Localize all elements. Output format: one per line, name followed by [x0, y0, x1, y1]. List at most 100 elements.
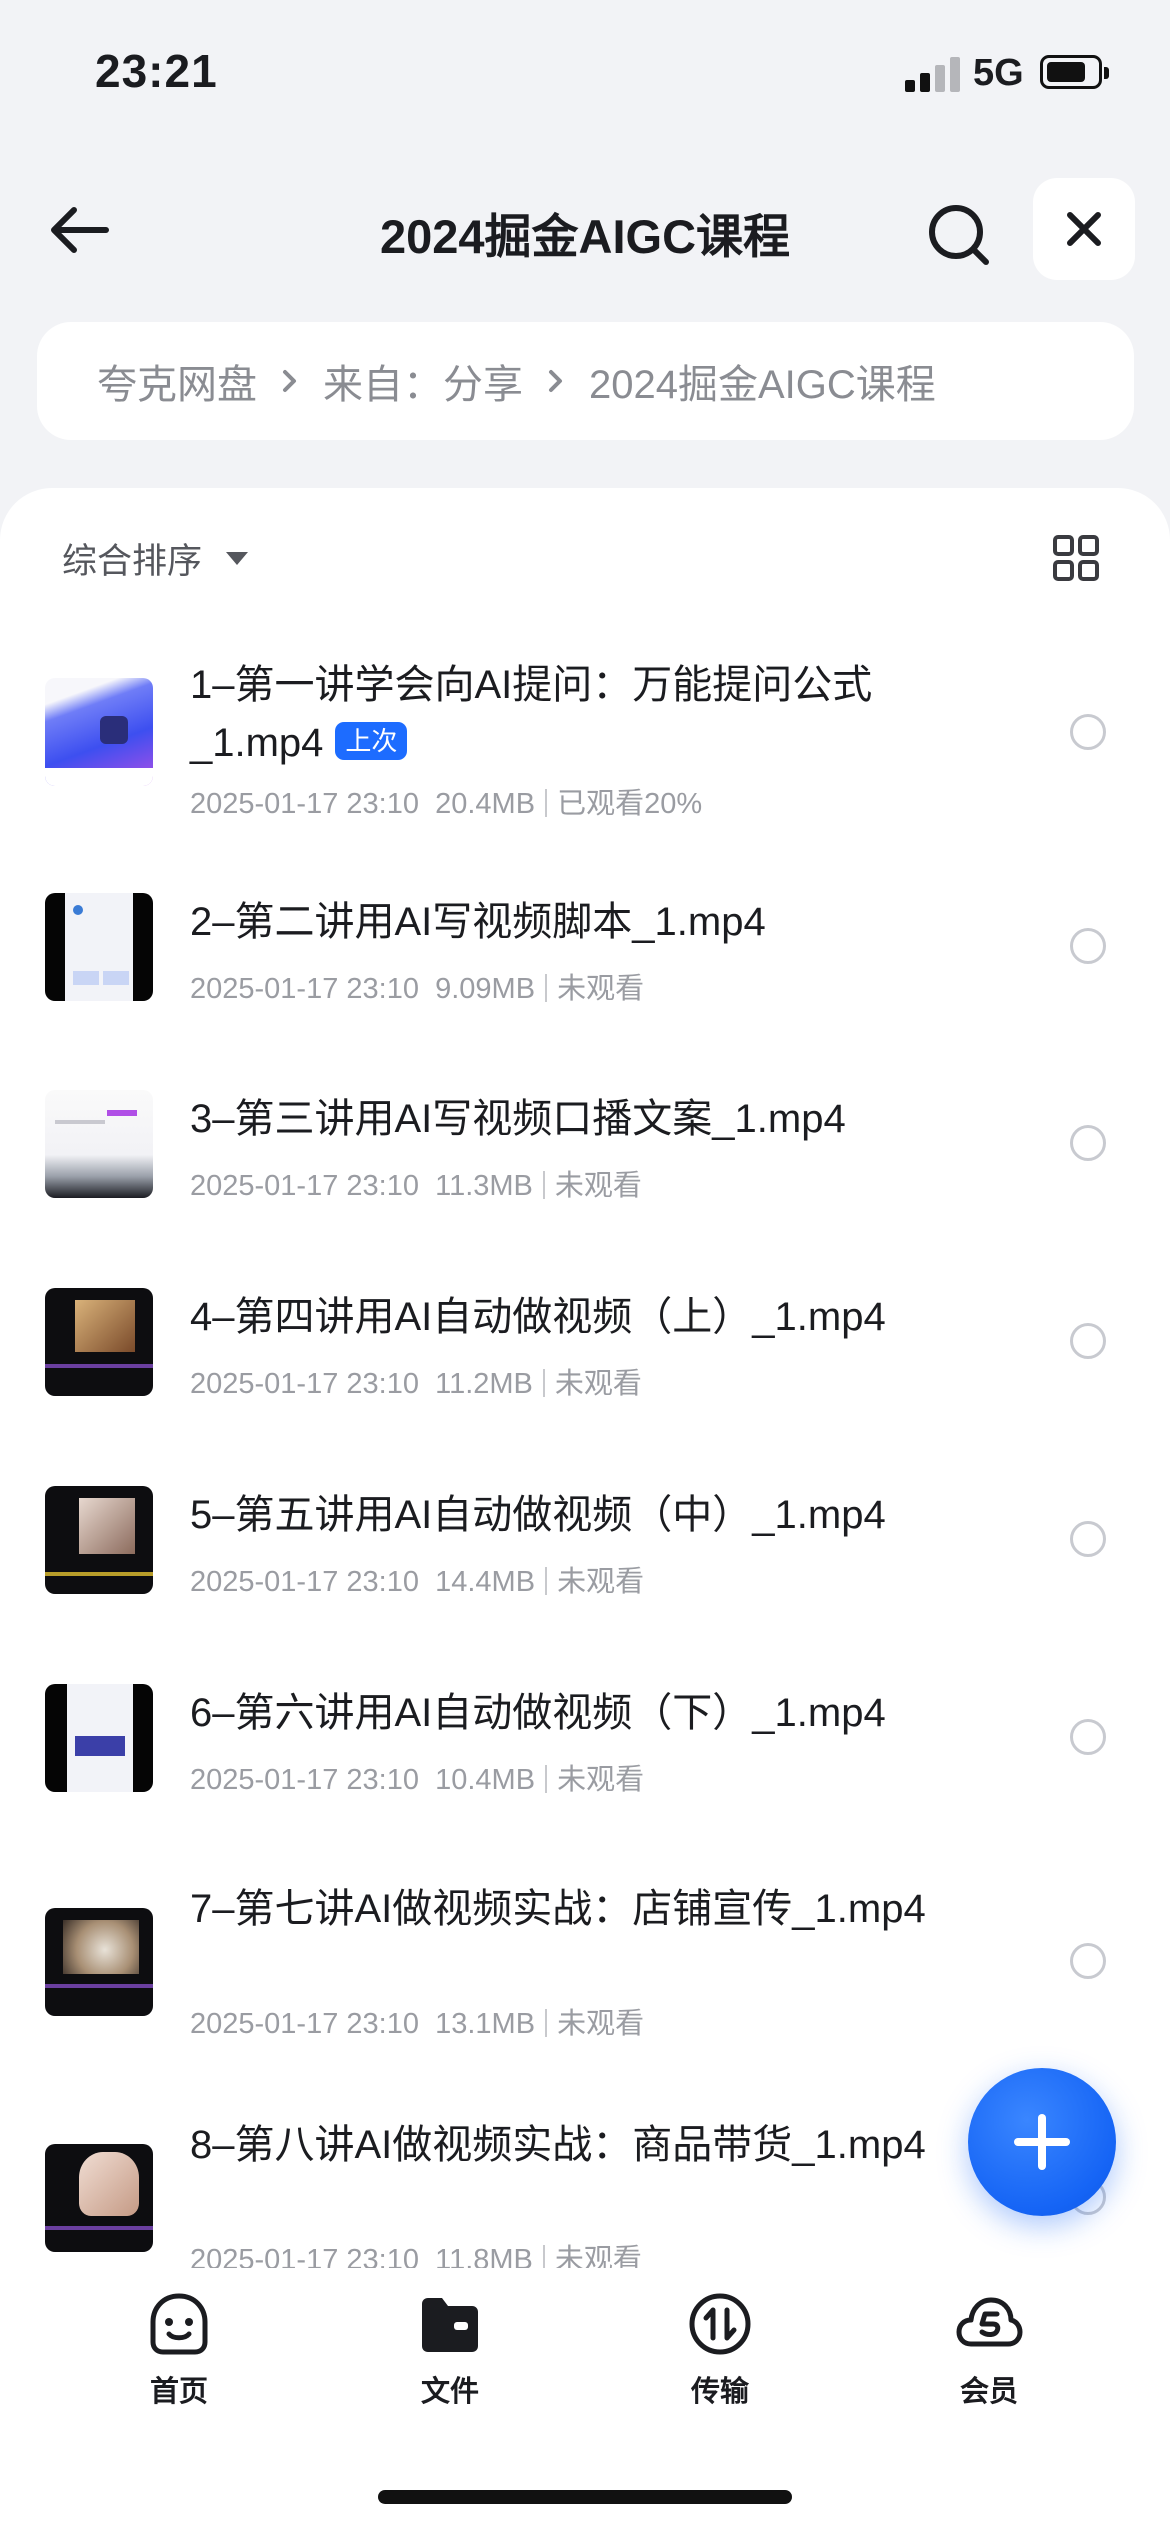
select-radio[interactable]	[1070, 714, 1106, 750]
sort-dropdown[interactable]: 综合排序	[62, 533, 249, 584]
file-size: 11.8MB	[435, 2244, 533, 2268]
tab-home[interactable]: 首页	[99, 2288, 259, 2418]
video-thumbnail	[45, 1486, 153, 1594]
watch-status: 未观看	[557, 1566, 645, 1598]
file-list-panel: 综合排序 1–第一讲学会向AI提问：万能提问公式_1.mp4 上次 2025-01…	[0, 488, 1170, 2268]
file-size: 14.4MB	[435, 1566, 536, 1598]
cloud-member-icon	[956, 2297, 1023, 2347]
file-row[interactable]: 7–第七讲AI做视频实战：店铺宣传_1.mp4 2025-01-17 23:10…	[0, 1886, 1170, 2076]
search-button[interactable]	[920, 195, 1000, 275]
tab-transfer[interactable]: 传输	[640, 2288, 800, 2418]
tab-label: 首页	[149, 2376, 208, 2408]
watch-status: 未观看	[554, 1170, 642, 1202]
file-row[interactable]: 2–第二讲用AI写视频脚本_1.mp4 2025-01-17 23:10 9.0…	[0, 893, 1170, 1043]
file-name: 2–第二讲用AI写视频脚本_1.mp4	[190, 900, 766, 944]
breadcrumb: 夸克网盘 来自：分享 2024掘金AIGC课程	[37, 322, 1134, 440]
tab-label: 传输	[690, 2376, 749, 2408]
caret-down-icon	[226, 552, 249, 565]
watch-status: 未观看	[557, 2008, 645, 2040]
transfer-icon	[689, 2293, 751, 2355]
tab-label: 会员	[959, 2376, 1018, 2408]
tab-label: 文件	[420, 2376, 479, 2408]
file-size: 10.4MB	[435, 1764, 536, 1796]
smile-face-icon	[150, 2293, 208, 2355]
file-meta: 2025-01-17 23:10 11.8MB 未观看	[190, 2236, 642, 2268]
file-name: 3–第三讲用AI写视频口播文案_1.mp4	[190, 1097, 846, 1141]
file-name: 8–第八讲AI做视频实战：商品带货_1.mp4	[190, 2123, 926, 2167]
file-date: 2025-01-17 23:10	[190, 1170, 419, 1202]
grid-view-button[interactable]	[1053, 535, 1099, 581]
file-date: 2025-01-17 23:10	[190, 1566, 419, 1598]
file-row[interactable]: 4–第四讲用AI自动做视频（上）_1.mp4 2025-01-17 23:10 …	[0, 1288, 1170, 1438]
home-indicator	[378, 2490, 792, 2504]
status-bar: 23:21 5G	[0, 0, 1170, 140]
file-row[interactable]: 6–第六讲用AI自动做视频（下）_1.mp4 2025-01-17 23:10 …	[0, 1684, 1170, 1834]
file-meta: 2025-01-17 23:10 13.1MB 未观看	[190, 2000, 644, 2042]
video-thumbnail	[45, 1684, 153, 1792]
breadcrumb-item-current: 2024掘金AIGC课程	[589, 363, 936, 407]
back-button[interactable]	[40, 190, 120, 270]
status-time: 23:21	[95, 45, 218, 97]
file-size: 20.4MB	[435, 788, 536, 820]
chevron-right-icon	[283, 370, 296, 392]
file-meta: 2025-01-17 23:10 20.4MB 已观看20%	[190, 780, 702, 822]
close-button[interactable]	[1033, 178, 1135, 280]
watch-status: 未观看	[557, 1764, 645, 1796]
watch-status: 未观看	[554, 1368, 642, 1400]
file-date: 2025-01-17 23:10	[190, 973, 419, 1005]
watch-status: 已观看20%	[557, 788, 703, 820]
file-date: 2025-01-17 23:10	[190, 788, 419, 820]
last-played-badge: 上次	[335, 722, 408, 760]
file-meta: 2025-01-17 23:10 10.4MB 未观看	[190, 1756, 644, 1798]
chevron-right-icon	[549, 370, 562, 392]
sort-label: 综合排序	[62, 542, 203, 581]
file-row[interactable]: 1–第一讲学会向AI提问：万能提问公式_1.mp4 上次 2025-01-17 2…	[0, 658, 1170, 828]
close-icon	[1067, 212, 1101, 246]
file-size: 9.09MB	[435, 973, 536, 1005]
file-size: 11.3MB	[435, 1170, 533, 1202]
select-radio[interactable]	[1070, 1719, 1106, 1755]
file-name: 1–第一讲学会向AI提问：万能提问公式_1.mp4 上次	[190, 663, 873, 765]
select-radio[interactable]	[1070, 928, 1106, 964]
video-thumbnail	[45, 1090, 153, 1198]
select-radio[interactable]	[1070, 1943, 1106, 1979]
breadcrumb-item-share[interactable]: 来自：分享	[323, 352, 523, 410]
file-size: 13.1MB	[435, 2008, 536, 2040]
watch-status: 未观看	[554, 2244, 642, 2268]
signal-icon	[905, 56, 961, 92]
file-size: 11.2MB	[435, 1368, 533, 1400]
select-radio[interactable]	[1070, 1125, 1106, 1161]
file-date: 2025-01-17 23:10	[190, 1368, 419, 1400]
tab-files[interactable]: 文件	[370, 2288, 530, 2418]
file-meta: 2025-01-17 23:10 11.2MB 未观看	[190, 1360, 642, 1402]
breadcrumb-item-root[interactable]: 夸克网盘	[97, 352, 257, 410]
grid-icon	[1053, 535, 1099, 581]
select-radio[interactable]	[1070, 1521, 1106, 1557]
watch-status: 未观看	[557, 973, 645, 1005]
file-name: 7–第七讲AI做视频实战：店铺宣传_1.mp4	[190, 1887, 926, 1931]
file-meta: 2025-01-17 23:10 11.3MB 未观看	[190, 1162, 642, 1204]
file-meta: 2025-01-17 23:10 9.09MB 未观看	[190, 965, 644, 1007]
file-date: 2025-01-17 23:10	[190, 2008, 419, 2040]
video-thumbnail	[45, 1288, 153, 1396]
select-radio[interactable]	[1070, 1323, 1106, 1359]
battery-icon	[1040, 55, 1109, 89]
file-name: 4–第四讲用AI自动做视频（上）_1.mp4	[190, 1295, 886, 1339]
file-row[interactable]: 5–第五讲用AI自动做视频（中）_1.mp4 2025-01-17 23:10 …	[0, 1486, 1170, 1636]
video-thumbnail	[45, 893, 153, 1001]
file-name: 6–第六讲用AI自动做视频（下）_1.mp4	[190, 1691, 886, 1735]
video-thumbnail	[45, 1908, 153, 2016]
file-row[interactable]: 3–第三讲用AI写视频口播文案_1.mp4 2025-01-17 23:10 1…	[0, 1090, 1170, 1240]
video-thumbnail	[45, 2144, 153, 2252]
file-name: 5–第五讲用AI自动做视频（中）_1.mp4	[190, 1493, 886, 1537]
video-thumbnail	[45, 678, 153, 786]
search-icon	[929, 205, 989, 265]
tab-member[interactable]: 会员	[909, 2288, 1069, 2418]
file-date: 2025-01-17 23:10	[190, 1764, 419, 1796]
file-meta: 2025-01-17 23:10 14.4MB 未观看	[190, 1558, 644, 1600]
network-label: 5G	[973, 52, 1024, 94]
folder-icon	[422, 2298, 478, 2352]
add-button[interactable]	[968, 2068, 1116, 2216]
file-date: 2025-01-17 23:10	[190, 2244, 419, 2268]
arrow-left-icon	[51, 207, 109, 253]
